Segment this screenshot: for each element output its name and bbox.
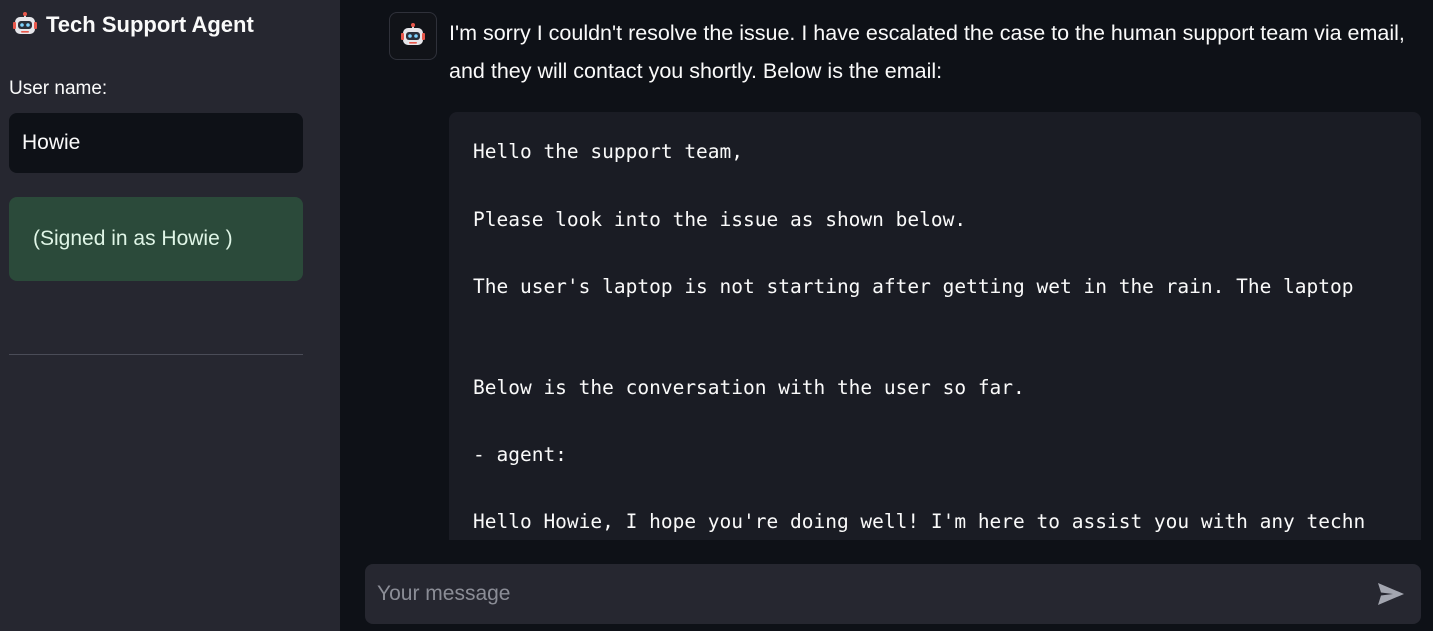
- signed-in-text: (Signed in as Howie ): [33, 227, 233, 250]
- sidebar: Tech Support Agent User name: (Signed in…: [0, 0, 340, 631]
- email-line: Hello Howie, I hope you're doing well! I…: [473, 510, 1366, 533]
- chat-area: I'm sorry I couldn't resolve the issue. …: [340, 0, 1433, 631]
- app-window: Tech Support Agent User name: (Signed in…: [0, 0, 1433, 631]
- robot-icon: [401, 23, 425, 45]
- signed-in-status: (Signed in as Howie ): [9, 197, 303, 281]
- sidebar-title: Tech Support Agent: [12, 12, 254, 38]
- chat-input-container: [365, 564, 1421, 624]
- email-line: The user's laptop is not starting after …: [473, 275, 1354, 298]
- email-line: Hello the support team,: [473, 140, 744, 163]
- assistant-message: I'm sorry I couldn't resolve the issue. …: [449, 21, 1405, 83]
- app-title: Tech Support Agent: [46, 12, 254, 37]
- username-label: User name:: [9, 78, 108, 99]
- robot-icon: [12, 12, 38, 38]
- send-icon: [1378, 583, 1404, 605]
- email-line: - agent:: [473, 443, 567, 466]
- email-line: Below is the conversation with the user …: [473, 376, 1025, 399]
- username-input[interactable]: [9, 113, 303, 173]
- sidebar-divider: [9, 354, 303, 355]
- message-input[interactable]: [365, 564, 1365, 624]
- send-button[interactable]: [1375, 579, 1407, 609]
- email-line: Please look into the issue as shown belo…: [473, 208, 967, 231]
- assistant-avatar: [389, 12, 437, 60]
- email-code-block[interactable]: Hello the support team, Please look into…: [449, 112, 1421, 540]
